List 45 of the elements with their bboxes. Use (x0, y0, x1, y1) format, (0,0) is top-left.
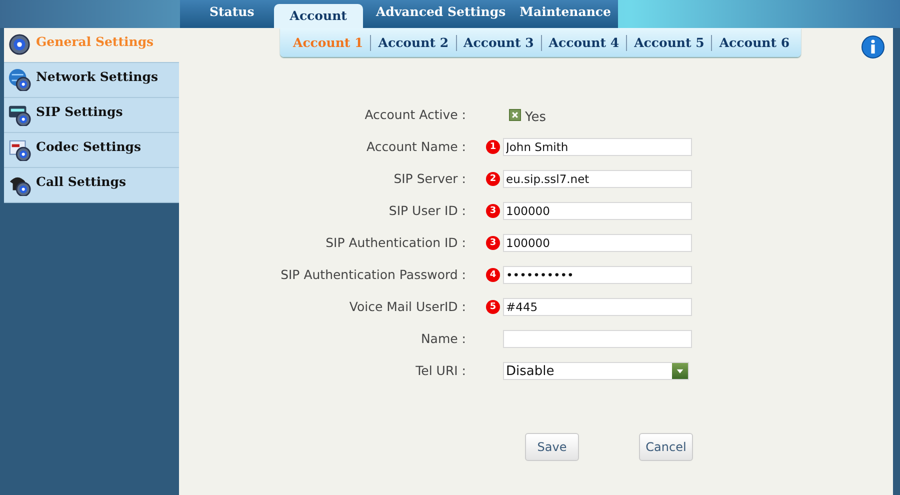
input-field[interactable]: 100000 (503, 202, 692, 220)
save-button[interactable]: Save (525, 433, 579, 461)
field-label: Account Active : (364, 106, 466, 124)
main-tab[interactable]: Account (274, 4, 363, 28)
account-tab[interactable]: Account 6 (712, 35, 797, 50)
input-field[interactable]: #445 (503, 298, 692, 316)
field-label: SIP Authentication Password : (280, 266, 466, 284)
field-label: Name : (420, 330, 466, 348)
info-icon[interactable] (861, 35, 885, 59)
field-label: Account Name : (365, 138, 466, 156)
field-label: Tel URI : (414, 362, 466, 380)
globe-gear-icon (8, 68, 31, 91)
main-tab[interactable]: Advanced Settings (368, 0, 513, 28)
sidebar-item[interactable]: Network Settings (4, 63, 179, 98)
step-number: 1 (486, 140, 500, 154)
step-number: 3 (486, 236, 500, 250)
cross-mark-icon (511, 111, 519, 119)
account-tab[interactable]: Account 3 (456, 35, 541, 50)
field-label: SIP Authentication ID : (324, 234, 466, 252)
main-tab[interactable]: Maintenance (512, 0, 618, 28)
step-number: 3 (486, 204, 500, 218)
input-field[interactable]: eu.sip.ssl7.net (503, 170, 692, 188)
input-field[interactable] (503, 330, 692, 348)
step-number: 2 (486, 172, 500, 186)
account-tab[interactable]: Account 2 (371, 35, 456, 50)
field-label: Voice Mail UserID : (348, 298, 466, 316)
step-number: 5 (486, 300, 500, 314)
account-tab[interactable]: Account 5 (627, 35, 712, 50)
account-tab[interactable]: Account 4 (542, 35, 626, 50)
field-label: SIP Server : (392, 170, 466, 188)
server-gear-icon (8, 103, 31, 126)
field-label: SIP User ID : (388, 202, 466, 220)
step-number: 4 (486, 268, 500, 282)
gear-icon (8, 33, 31, 56)
checkbox[interactable] (509, 109, 521, 121)
input-field[interactable]: •••••••••• (503, 266, 692, 284)
input-field[interactable]: 100000 (503, 234, 692, 252)
sidebar-item[interactable]: SIP Settings (4, 98, 179, 133)
cancel-button[interactable]: Cancel (639, 433, 693, 461)
dropdown[interactable]: Disable (503, 362, 689, 380)
sidebar-item[interactable]: Codec Settings (4, 133, 179, 168)
sidebar-item[interactable]: Call Settings (4, 168, 179, 203)
main-tab[interactable]: Status (190, 0, 274, 28)
checkbox-label: Yes (525, 110, 546, 124)
document-gear-icon (8, 138, 31, 161)
